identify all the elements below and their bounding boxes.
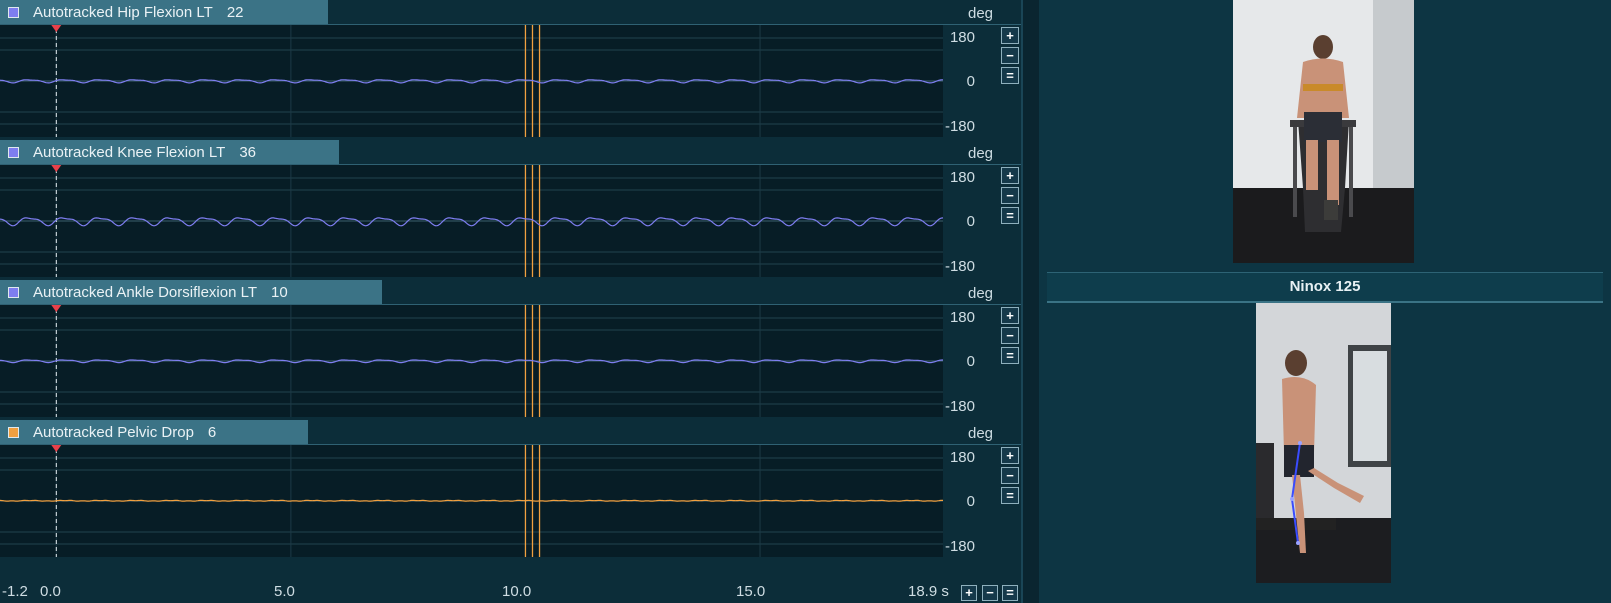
series-color-swatch [8, 287, 19, 298]
graph-panel[interactable]: Autotracked Ankle Dorsiflexion LT 10 deg 18… [0, 280, 1021, 420]
zoom-out-button[interactable]: − [1001, 187, 1019, 204]
panel-divider[interactable] [1021, 0, 1041, 603]
y-tick-label: 180 [949, 29, 975, 46]
waveform-plot [0, 165, 944, 277]
current-value: 10 [271, 284, 288, 301]
y-tick-label: 0 [966, 353, 975, 370]
zoom-in-button[interactable]: + [1001, 167, 1019, 184]
event-marker-icon [51, 445, 62, 452]
event-marker-icon [51, 305, 62, 312]
zoom-out-button[interactable]: − [1001, 467, 1019, 484]
y-tick-label: 0 [966, 73, 975, 90]
zoom-in-button[interactable]: + [1001, 27, 1019, 44]
plot-area[interactable] [0, 165, 944, 277]
graph-title: Autotracked Pelvic Drop [33, 424, 194, 441]
waveform-plot [0, 305, 943, 417]
graph-header[interactable]: Autotracked Pelvic Drop 6 [0, 420, 308, 445]
waveform-plot [0, 445, 943, 557]
time-fit-button[interactable]: = [1002, 585, 1018, 601]
time-tick-label: -1.2 [2, 583, 28, 600]
graph-area: Autotracked Hip Flexion LT 22 deg 180 0 -180 +… [0, 0, 1021, 603]
camera-title: Ninox 125 [1047, 272, 1603, 303]
current-value: 36 [239, 144, 257, 161]
time-tick-label: 15.0 [736, 583, 766, 600]
zoom-out-button[interactable]: − [1001, 327, 1019, 344]
graph-panel[interactable]: Autotracked Knee Flexion LT 36 deg 180 0 -180… [0, 140, 1021, 280]
graph-header[interactable]: Autotracked Knee Flexion LT 36 [0, 140, 339, 165]
graph-panel[interactable]: Autotracked Hip Flexion LT 22 deg 180 0 -180 +… [0, 0, 1021, 140]
video-back-view[interactable] [1233, 0, 1414, 263]
zoom-out-button[interactable]: − [1001, 47, 1019, 64]
graph-title: Autotracked Knee Flexion LT [33, 144, 226, 161]
fit-button[interactable]: = [1001, 67, 1019, 84]
zoom-in-button[interactable]: + [1001, 447, 1019, 464]
current-value: 22 [226, 4, 244, 21]
plot-area[interactable] [0, 305, 943, 417]
unit-label: deg [968, 5, 994, 22]
event-marker-icon [51, 25, 62, 32]
series-color-swatch [8, 7, 19, 18]
plot-area[interactable] [0, 25, 943, 137]
unit-label: deg [968, 145, 994, 162]
graph-header[interactable]: Autotracked Ankle Dorsiflexion LT 10 [0, 280, 382, 305]
time-axis: -1.2 0.0 5.0 10.0 15.0 18.9 s + − = [0, 565, 1021, 603]
graph-title: Autotracked Ankle Dorsiflexion LT [33, 284, 257, 301]
y-tick-label: 180 [949, 169, 975, 186]
time-zoom-in-button[interactable]: + [961, 585, 977, 601]
y-tick-label: -180 [944, 258, 975, 275]
fit-button[interactable]: = [1001, 207, 1019, 224]
time-tick-label: 5.0 [274, 583, 295, 600]
unit-label: deg [968, 285, 994, 302]
unit-label: deg [968, 425, 994, 442]
graph-title: Autotracked Hip Flexion LT [33, 4, 213, 21]
y-tick-label: 180 [949, 309, 975, 326]
current-value: 6 [207, 424, 217, 441]
y-tick-label: -180 [944, 118, 975, 135]
graph-header[interactable]: Autotracked Hip Flexion LT 22 [0, 0, 328, 25]
zoom-in-button[interactable]: + [1001, 307, 1019, 324]
time-zoom-out-button[interactable]: − [982, 585, 998, 601]
graph-panel[interactable]: Autotracked Pelvic Drop 6 deg 180 0 -180 + − = [0, 420, 1021, 560]
waveform-line [0, 499, 943, 502]
time-tick-label: 0.0 [40, 583, 61, 600]
y-tick-label: -180 [944, 398, 975, 415]
plot-area[interactable] [0, 445, 943, 557]
series-color-swatch [8, 427, 19, 438]
y-tick-label: 180 [949, 449, 975, 466]
series-color-swatch [8, 147, 19, 158]
y-tick-label: -180 [944, 538, 975, 555]
waveform-line [0, 217, 944, 227]
event-marker-icon [51, 165, 62, 172]
fit-button[interactable]: = [1001, 487, 1019, 504]
time-tick-label: 10.0 [502, 583, 532, 600]
y-tick-label: 0 [966, 493, 975, 510]
time-tick-label: 18.9 s [908, 583, 949, 600]
fit-button[interactable]: = [1001, 347, 1019, 364]
video-side-view[interactable] [1256, 303, 1391, 583]
y-tick-label: 0 [966, 213, 975, 230]
waveform-plot [0, 25, 943, 137]
